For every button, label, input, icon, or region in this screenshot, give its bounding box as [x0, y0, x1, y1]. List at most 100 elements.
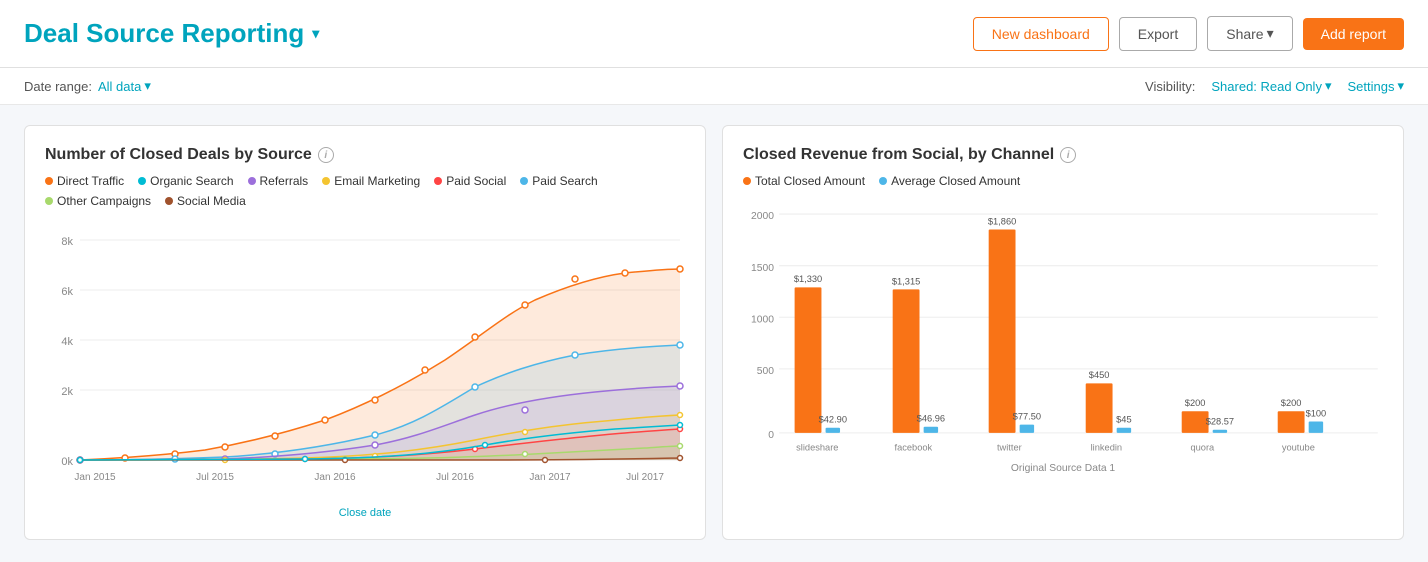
bar-quora-total: [1182, 411, 1209, 433]
legend-email-marketing: Email Marketing: [322, 174, 420, 188]
share-label: Share: [1226, 26, 1263, 42]
svg-text:Jan 2017: Jan 2017: [529, 472, 571, 483]
bar-quora-avg: [1213, 430, 1227, 433]
bar-youtube-total: [1278, 411, 1305, 433]
legend-referrals: Referrals: [248, 174, 309, 188]
visibility-arrow: ▾: [1325, 78, 1332, 94]
legend-other-campaigns: Other Campaigns: [45, 194, 151, 208]
legend-social-media: Social Media: [165, 194, 246, 208]
svg-text:$28.57: $28.57: [1206, 417, 1234, 427]
svg-text:500: 500: [757, 366, 774, 377]
toolbar: Date range: All data ▾ Visibility: Share…: [0, 68, 1428, 105]
right-chart-legend: Total Closed Amount Average Closed Amoun…: [743, 174, 1383, 188]
main-content: Number of Closed Deals by Source i Direc…: [0, 105, 1428, 560]
bar-linkedin-avg: [1117, 428, 1131, 433]
title-dropdown-arrow[interactable]: ▾: [312, 25, 319, 42]
legend-dot-paid-search: [520, 177, 528, 185]
bar-twitter-total: [989, 230, 1016, 433]
left-chart-x-label: Close date: [45, 507, 685, 519]
svg-text:2000: 2000: [751, 211, 774, 222]
right-chart-info-icon[interactable]: i: [1060, 147, 1076, 163]
svg-text:Jul 2017: Jul 2017: [626, 472, 664, 483]
svg-text:$200: $200: [1281, 398, 1302, 408]
visibility-label: Visibility:: [1145, 79, 1195, 94]
header-actions: New dashboard Export Share ▾ Add report: [973, 16, 1404, 51]
svg-text:8k: 8k: [61, 236, 73, 248]
bar-facebook-total: [893, 289, 920, 432]
svg-text:0: 0: [768, 430, 774, 441]
title-text: Deal Source Reporting: [24, 18, 304, 49]
export-button[interactable]: Export: [1119, 17, 1197, 51]
left-chart-info-icon[interactable]: i: [318, 147, 334, 163]
bar-slideshare-total: [795, 287, 822, 433]
svg-text:$1,860: $1,860: [988, 216, 1016, 226]
date-range-label: Date range:: [24, 79, 92, 94]
legend-dot-email-marketing: [322, 177, 330, 185]
svg-text:4k: 4k: [61, 336, 73, 348]
svg-text:twitter: twitter: [997, 442, 1022, 452]
visibility-value[interactable]: Shared: Read Only ▾: [1211, 78, 1331, 94]
toolbar-right: Visibility: Shared: Read Only ▾ Settings…: [1145, 78, 1404, 94]
legend-avg-closed: Average Closed Amount: [879, 174, 1020, 188]
left-chart-legend: Direct Traffic Organic Search Referrals …: [45, 174, 685, 208]
svg-text:6k: 6k: [61, 286, 73, 298]
svg-text:$1,330: $1,330: [794, 274, 822, 284]
legend-dot-paid-social: [434, 177, 442, 185]
legend-dot-other-campaigns: [45, 197, 53, 205]
settings-link[interactable]: Settings ▾: [1347, 78, 1404, 94]
legend-paid-search: Paid Search: [520, 174, 597, 188]
share-button[interactable]: Share ▾: [1207, 16, 1292, 51]
legend-organic-search: Organic Search: [138, 174, 233, 188]
right-chart-area: 2000 1500 1000 500 0 $1,330 $42.90 slide…: [743, 200, 1383, 483]
svg-text:linkedin: linkedin: [1091, 442, 1122, 452]
right-chart-card: Closed Revenue from Social, by Channel i…: [722, 125, 1404, 540]
svg-text:Jul 2015: Jul 2015: [196, 472, 234, 483]
left-chart-svg: 8k 6k 4k 2k 0k: [45, 220, 685, 500]
date-range-value[interactable]: All data ▾: [98, 78, 151, 94]
add-report-button[interactable]: Add report: [1303, 18, 1404, 50]
svg-text:$42.90: $42.90: [819, 415, 847, 425]
bar-youtube-avg: [1309, 422, 1323, 433]
svg-text:facebook: facebook: [894, 442, 932, 452]
svg-text:Original Source Data 1: Original Source Data 1: [1011, 463, 1116, 474]
legend-dot-referrals: [248, 177, 256, 185]
header: Deal Source Reporting ▾ New dashboard Ex…: [0, 0, 1428, 68]
legend-dot-direct-traffic: [45, 177, 53, 185]
right-chart-svg: 2000 1500 1000 500 0 $1,330 $42.90 slide…: [743, 200, 1383, 480]
right-chart-title: Closed Revenue from Social, by Channel i: [743, 146, 1383, 164]
svg-text:$100: $100: [1306, 408, 1327, 418]
share-dropdown-icon: ▾: [1267, 25, 1274, 42]
legend-dot-organic-search: [138, 177, 146, 185]
svg-text:slideshare: slideshare: [796, 442, 838, 452]
bar-twitter-avg: [1020, 425, 1034, 433]
svg-text:$200: $200: [1185, 398, 1206, 408]
date-range-arrow: ▾: [144, 78, 151, 94]
left-chart-card: Number of Closed Deals by Source i Direc…: [24, 125, 706, 540]
svg-text:youtube: youtube: [1282, 442, 1315, 452]
bar-facebook-avg: [924, 427, 938, 433]
legend-dot-avg: [879, 177, 887, 185]
bar-slideshare-avg: [826, 428, 840, 433]
page-title: Deal Source Reporting ▾: [24, 18, 319, 49]
legend-dot-social-media: [165, 197, 173, 205]
legend-direct-traffic: Direct Traffic: [45, 174, 124, 188]
svg-text:$450: $450: [1089, 370, 1110, 380]
svg-text:Jan 2016: Jan 2016: [314, 472, 356, 483]
left-chart-area: 8k 6k 4k 2k 0k: [45, 220, 685, 519]
svg-text:$1,315: $1,315: [892, 276, 920, 286]
svg-text:Jul 2016: Jul 2016: [436, 472, 474, 483]
svg-text:2k: 2k: [61, 386, 73, 398]
svg-text:Jan 2015: Jan 2015: [74, 472, 116, 483]
legend-dot-total: [743, 177, 751, 185]
svg-text:$45: $45: [1116, 415, 1132, 425]
left-chart-title: Number of Closed Deals by Source i: [45, 146, 685, 164]
toolbar-left: Date range: All data ▾: [24, 78, 151, 94]
svg-text:$77.50: $77.50: [1013, 411, 1041, 421]
svg-text:1500: 1500: [751, 263, 774, 274]
svg-text:$46.96: $46.96: [917, 414, 945, 424]
new-dashboard-button[interactable]: New dashboard: [973, 17, 1109, 51]
legend-total-closed: Total Closed Amount: [743, 174, 865, 188]
svg-text:0k: 0k: [61, 456, 73, 468]
legend-paid-social: Paid Social: [434, 174, 506, 188]
svg-text:quora: quora: [1190, 442, 1215, 452]
